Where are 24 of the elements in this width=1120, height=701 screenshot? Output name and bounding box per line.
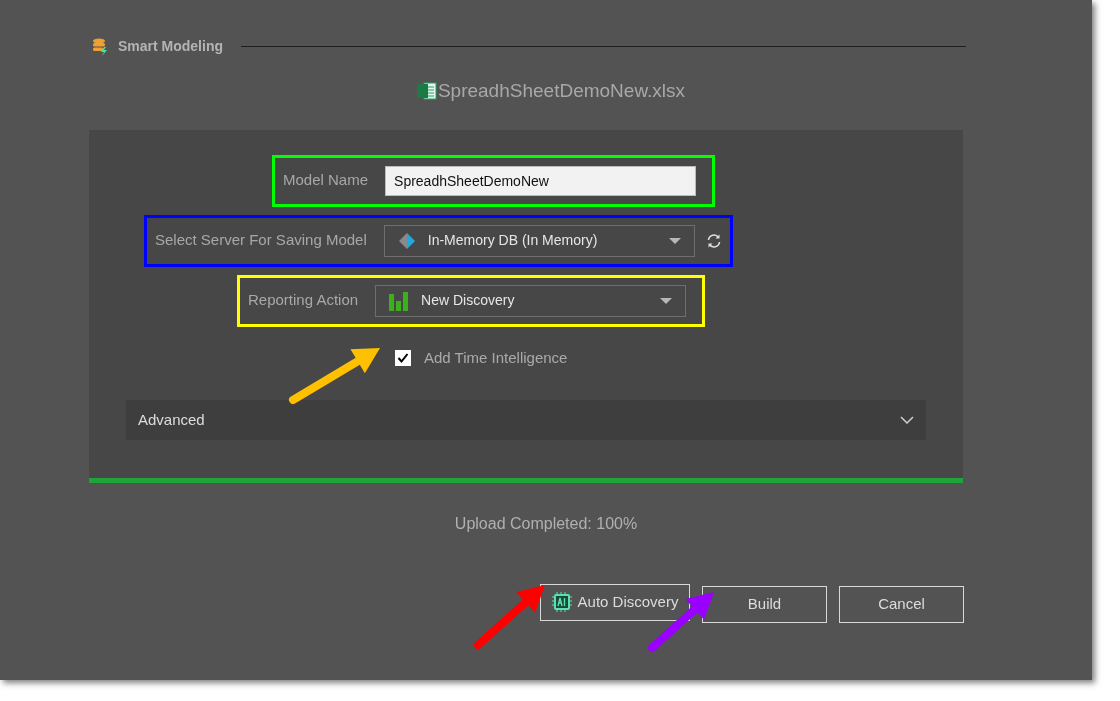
field-label: Select Server For Saving Model bbox=[155, 230, 367, 251]
spreadsheet-file-icon bbox=[416, 81, 437, 102]
dropdown-caret-icon bbox=[660, 297, 673, 304]
upload-status: Upload Completed: 100% bbox=[454, 513, 638, 534]
dialog-button[interactable]: Auto Discovery bbox=[540, 583, 690, 621]
advanced-section-header[interactable]: Advanced bbox=[126, 400, 926, 440]
dialog-button[interactable]: Cancel bbox=[839, 585, 964, 623]
bar-chart-icon bbox=[389, 290, 410, 311]
dropdown[interactable]: New Discovery bbox=[375, 284, 687, 317]
chevron-icon bbox=[900, 416, 914, 424]
refresh-icon[interactable] bbox=[705, 232, 722, 249]
dropdown-caret-icon bbox=[668, 237, 681, 244]
field-label: Model Name bbox=[283, 170, 369, 191]
model-name-input[interactable]: SpreadhSheetDemoNew bbox=[385, 165, 697, 196]
dialog-button[interactable]: Build bbox=[702, 585, 827, 623]
field-label: Reporting Action bbox=[248, 290, 359, 311]
diamond-icon bbox=[397, 231, 416, 250]
database-icon bbox=[92, 37, 108, 56]
dropdown[interactable]: In-Memory DB (In Memory) bbox=[383, 224, 695, 257]
checkbox-label: Add Time Intelligence bbox=[424, 347, 568, 368]
chip-icon bbox=[551, 592, 572, 612]
checkbox[interactable] bbox=[395, 349, 411, 366]
file-name: SpreadhSheetDemoNew.xlsx bbox=[437, 79, 686, 103]
dialog-title: Smart Modeling bbox=[118, 37, 223, 56]
